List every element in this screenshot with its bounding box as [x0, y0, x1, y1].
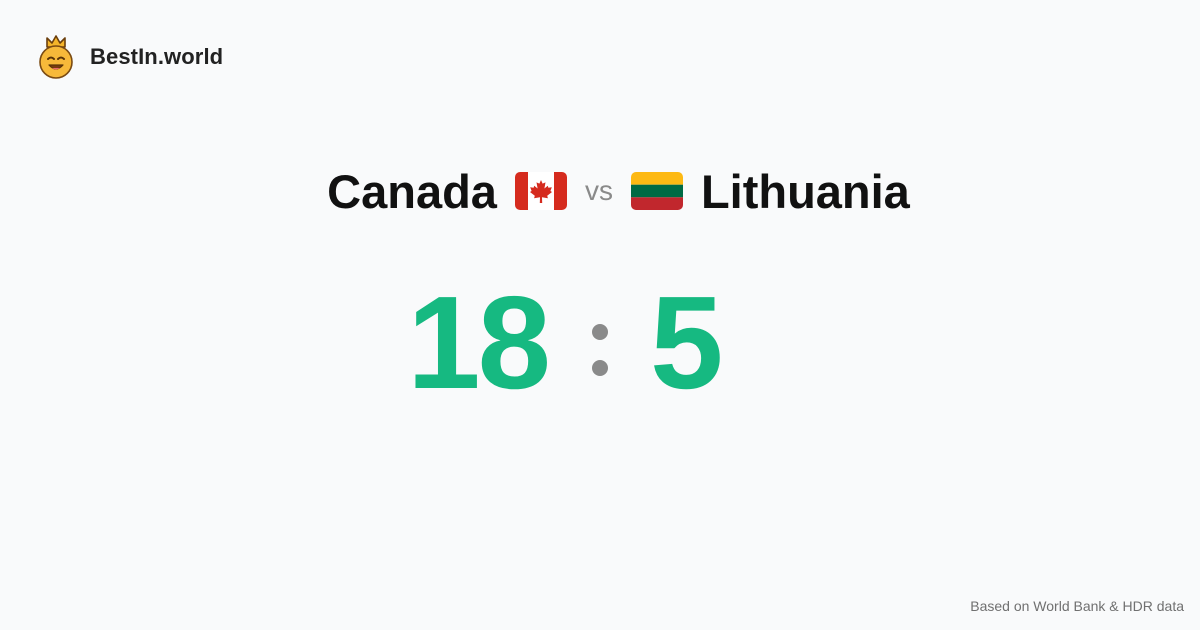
canada-flag-icon — [514, 172, 567, 210]
data-source-note: Based on World Bank & HDR data — [970, 598, 1184, 614]
crown-smiley-icon — [39, 35, 73, 79]
brand[interactable]: BestIn.world — [38, 35, 223, 79]
brand-name: BestIn.world — [90, 44, 224, 69]
right-score: 5 — [650, 269, 723, 416]
separator-dot-top — [592, 324, 608, 340]
left-score: 18 — [407, 269, 551, 416]
vs-label: vs — [584, 175, 613, 206]
left-country-name: Canada — [327, 164, 497, 218]
matchup-title: Canada vs Lithuania — [0, 163, 1200, 219]
score-display: 18 5 — [0, 269, 1200, 416]
score-separator — [592, 324, 608, 376]
right-country-name: Lithuania — [700, 164, 910, 218]
separator-dot-bottom — [592, 360, 608, 376]
lithuania-flag-icon — [630, 172, 683, 210]
